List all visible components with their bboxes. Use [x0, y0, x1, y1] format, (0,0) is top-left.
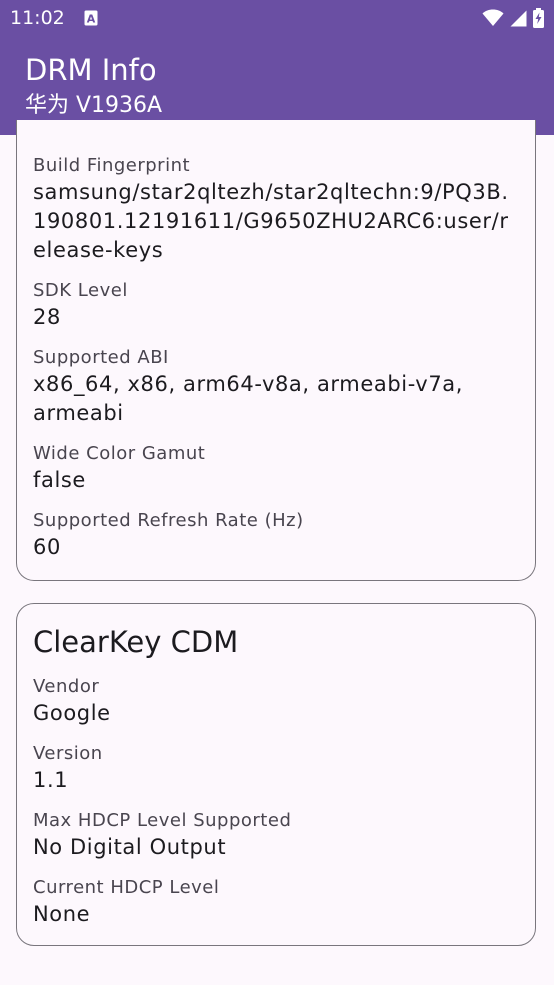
- battery-charging-icon: [533, 8, 544, 28]
- field-label: SDK Level: [33, 280, 128, 301]
- a-icon: A: [84, 10, 98, 26]
- field-label: Supported Refresh Rate (Hz): [33, 510, 304, 531]
- app-subtitle: 华为 V1936A: [25, 93, 163, 118]
- field-value: false: [33, 468, 86, 492]
- signal-icon: [510, 10, 527, 26]
- field-label: Version: [33, 743, 103, 764]
- app-title: DRM Info: [25, 53, 157, 87]
- clearkey-cdm-card: ClearKey CDM Vendor Google Version 1.1 M…: [16, 603, 536, 946]
- status-bar: 11:02 A: [0, 0, 554, 36]
- field-label: Max HDCP Level Supported: [33, 810, 292, 831]
- supported-abi-field: Supported ABI x86_64, x86, arm64-v8a, ar…: [33, 346, 519, 428]
- max-hdcp-field: Max HDCP Level Supported No Digital Outp…: [33, 809, 519, 862]
- current-hdcp-field: Current HDCP Level None: [33, 876, 519, 929]
- field-value: Google: [33, 701, 111, 725]
- vendor-field: Vendor Google: [33, 675, 519, 728]
- svg-text:A: A: [87, 13, 96, 26]
- field-value: 28: [33, 305, 61, 329]
- status-icons: [482, 8, 544, 28]
- build-fingerprint-field: Build Fingerprint samsung/star2qltezh/st…: [33, 154, 519, 265]
- refresh-rate-field: Supported Refresh Rate (Hz) 60: [33, 509, 519, 562]
- version-field: Version 1.1: [33, 742, 519, 795]
- field-label: Supported ABI: [33, 347, 169, 368]
- field-value: samsung/star2qltezh/star2qltechn:9/PQ3B.…: [33, 180, 509, 262]
- field-value: 60: [33, 535, 61, 559]
- field-value: None: [33, 902, 91, 926]
- field-value: x86_64, x86, arm64-v8a, armeabi-v7a, arm…: [33, 372, 464, 425]
- field-value: No Digital Output: [33, 835, 227, 859]
- field-label: Build Fingerprint: [33, 155, 191, 176]
- device-info-card: Build Fingerprint samsung/star2qltezh/st…: [16, 120, 536, 581]
- field-label: Current HDCP Level: [33, 877, 220, 898]
- field-label: Wide Color Gamut: [33, 443, 206, 464]
- card-title: ClearKey CDM: [33, 625, 239, 659]
- field-label: Vendor: [33, 676, 100, 697]
- sdk-level-field: SDK Level 28: [33, 279, 519, 332]
- wifi-icon: [482, 9, 504, 26]
- status-time: 11:02: [10, 7, 65, 29]
- wide-color-gamut-field: Wide Color Gamut false: [33, 442, 519, 495]
- field-value: 1.1: [33, 768, 69, 792]
